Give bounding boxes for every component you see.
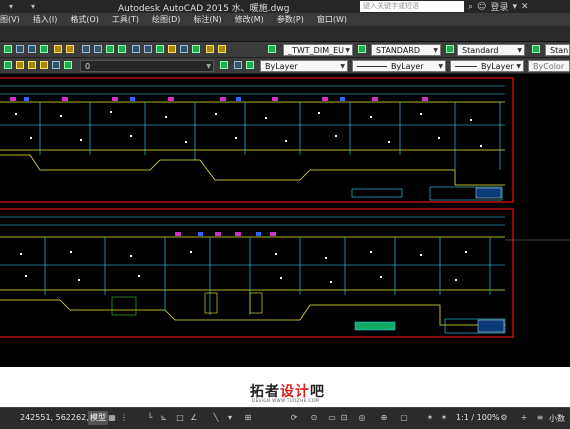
units-label: 小数 (549, 414, 565, 423)
quick-access-dropdown-icon[interactable]: ▾ (0, 2, 22, 11)
ribbon-area (0, 26, 570, 42)
make-current-icon[interactable] (220, 61, 228, 69)
markup-icon[interactable] (180, 45, 188, 53)
ortho-icon[interactable]: └ (146, 414, 154, 422)
menu-modify[interactable]: 修改(M) (235, 14, 264, 25)
menu-format[interactable]: 格式(O) (70, 14, 99, 25)
multileader-style-icon[interactable] (532, 45, 540, 53)
otrack-icon[interactable]: ∠ (190, 414, 198, 422)
text-style-select[interactable]: STANDARD ▼ (371, 44, 441, 56)
plotstyle-select: ByColor (528, 60, 570, 72)
layer-state-icon[interactable] (16, 61, 24, 69)
color-select[interactable]: ByLayer ▼ (260, 60, 348, 72)
zoom-icon[interactable] (94, 45, 102, 53)
workspace-gear-icon[interactable]: ⚙ (500, 414, 508, 422)
dim-style-select[interactable]: _TWT_DIM_EU ▼ (283, 44, 353, 56)
auto-scale-icon[interactable]: ✶ (440, 414, 448, 422)
zoom-previous-icon[interactable] (118, 45, 126, 53)
lineweight-select[interactable]: ByLayer ▼ (450, 60, 524, 72)
lock-icon[interactable] (52, 61, 60, 69)
menu-parametric[interactable]: 参数(P) (277, 14, 304, 25)
lightbulb-icon[interactable] (28, 61, 36, 69)
polar-icon[interactable]: ⊾ (160, 414, 168, 422)
annotation-visibility-icon[interactable]: ✶ (426, 414, 434, 422)
graphics-performance-icon[interactable]: ⊕ (380, 414, 388, 422)
dim-style-icon[interactable] (268, 45, 276, 53)
cad-drawing (0, 77, 570, 338)
title-bar: ▾ ▾ Autodesk AutoCAD 2015 水、暖施.dwg 键入关键字… (0, 0, 570, 14)
snap-icon[interactable]: ⋮ (120, 414, 128, 422)
model-space-button[interactable]: 模型 (88, 411, 108, 425)
layer-select[interactable]: 0 ▼ (80, 60, 214, 72)
sun-icon[interactable] (40, 61, 48, 69)
linetype-select[interactable]: ByLayer ▼ (352, 60, 446, 72)
drawing-canvas[interactable] (0, 75, 570, 367)
menu-dimension[interactable]: 标注(N) (193, 14, 221, 25)
dropdown-icon[interactable]: ▾ (512, 2, 517, 12)
annotation-scale[interactable]: 1:1 / 100% (456, 413, 500, 422)
save-icon[interactable] (28, 45, 36, 53)
sheet-set-icon[interactable] (168, 45, 176, 53)
user-icon[interactable]: ☺ (477, 2, 486, 12)
menu-insert[interactable]: 插入(I) (33, 14, 58, 25)
redo-icon[interactable] (66, 45, 74, 53)
new-icon[interactable] (4, 45, 12, 53)
menu-window[interactable]: 窗口(W) (317, 14, 347, 25)
menu-view[interactable]: 图(V) (0, 14, 20, 25)
multileader-style-select[interactable]: Stan (545, 44, 570, 56)
plus-icon[interactable]: + (520, 414, 528, 422)
open-icon[interactable] (16, 45, 24, 53)
sheet-2-border (0, 208, 514, 338)
menu-draw[interactable]: 绘图(D) (152, 14, 180, 25)
pan-icon[interactable] (82, 45, 90, 53)
isolate-objects-icon[interactable]: ◎ (358, 414, 366, 422)
layer-match-icon[interactable] (246, 61, 254, 69)
exchange-icon[interactable]: ✕ (521, 2, 529, 12)
search-input[interactable]: 键入关键字或短语 (360, 1, 464, 12)
properties-icon[interactable] (132, 45, 140, 53)
lock-ui-icon[interactable]: ⊡ (340, 414, 348, 422)
design-center-icon[interactable] (144, 45, 152, 53)
annotation-monitor-icon[interactable]: ⟳ (290, 414, 298, 422)
units-icon[interactable]: ⊙ (310, 414, 318, 422)
layers-toolbar: 0 ▼ ByLayer ▼ ByLayer ▼ ByLayer ▼ ByColor (0, 58, 570, 74)
watermark-banner: 拓者设计吧 DESIGN WWW.TUOZHE.COM (0, 367, 570, 407)
transparency-icon[interactable]: ▾ (226, 414, 234, 422)
menu-tools[interactable]: 工具(T) (112, 14, 139, 25)
clean-screen-icon[interactable]: ▢ (400, 414, 408, 422)
zoom-window-icon[interactable] (106, 45, 114, 53)
text-style-icon[interactable] (218, 45, 226, 53)
table-style-icon[interactable] (446, 45, 454, 53)
grid-icon[interactable]: ▦ (108, 414, 116, 422)
coordinates-readout: 242551, 562262, 0 (20, 413, 97, 422)
calculator-icon[interactable] (192, 45, 200, 53)
undo-icon[interactable] (54, 45, 62, 53)
help-icon[interactable] (206, 45, 214, 53)
quick-properties-icon[interactable]: ▭ (328, 414, 336, 422)
layer-previous-icon[interactable] (234, 61, 242, 69)
sheet-1-border (0, 77, 514, 203)
print-icon[interactable] (40, 45, 48, 53)
lineweight-icon[interactable]: ╲ (212, 414, 220, 422)
table-style-select[interactable]: Standard ▼ (457, 44, 525, 56)
login-link[interactable]: 登录 (490, 0, 508, 13)
quick-access-menu-icon[interactable]: ▾ (22, 2, 44, 11)
brand-url: DESIGN WWW.TUOZHE.COM (252, 398, 320, 403)
standard-toolbar: _TWT_DIM_EU ▼ STANDARD ▼ Standard ▼ Stan (0, 42, 570, 58)
osnap-icon[interactable]: □ (176, 414, 184, 422)
selection-cycling-icon[interactable]: ⊞ (244, 414, 252, 422)
customize-icon[interactable]: ≡ (536, 414, 544, 422)
menu-bar: 图(V) 插入(I) 格式(O) 工具(T) 绘图(D) 标注(N) 修改(M)… (0, 13, 570, 26)
layer-color-icon[interactable] (64, 61, 72, 69)
tool-palettes-icon[interactable] (156, 45, 164, 53)
status-bar: 242551, 562262, 0 模型 ▦ ⋮ └ ⊾ □ ∠ ╲ ▾ ⊞ ⟳… (0, 407, 570, 429)
layer-properties-icon[interactable] (4, 61, 12, 69)
search-icon[interactable]: ⌕ (468, 2, 473, 12)
text-style-toolbar-icon[interactable] (358, 45, 366, 53)
